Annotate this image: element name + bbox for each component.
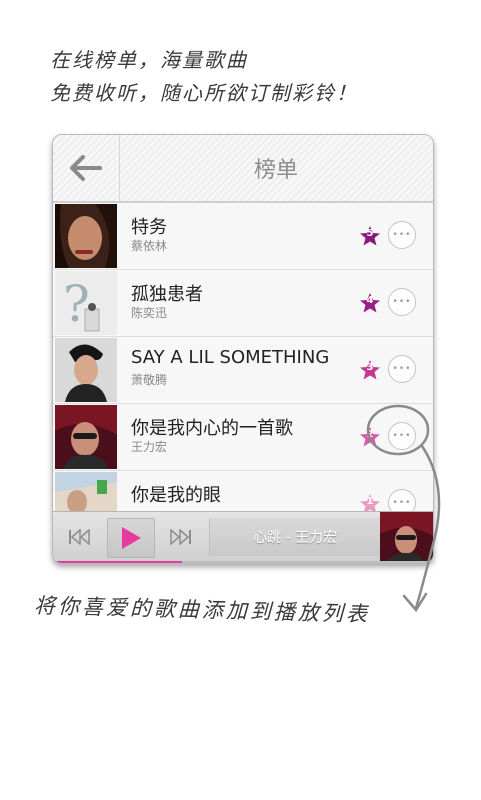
arrow-left-icon [70, 155, 102, 181]
more-dots-icon: ••• [392, 297, 412, 307]
album-art [55, 204, 117, 268]
previous-button[interactable] [59, 518, 99, 556]
album-art [55, 405, 117, 469]
song-artist: 陈奕迅 [131, 306, 168, 320]
progress-fill [53, 561, 183, 563]
album-art [55, 338, 117, 402]
skip-previous-icon [69, 529, 90, 545]
title-bar: 榜单 [53, 135, 433, 203]
song-title: 特务 [131, 217, 167, 238]
headline: 在线榜单，海量歌曲 免费收听，随心所欲订制彩铃！ [50, 44, 358, 110]
song-artist: 王力宏 [131, 440, 168, 454]
footer-caption: 将你喜爱的歌曲添加到播放列表 [33, 593, 371, 627]
rank-badge: 4 [359, 292, 381, 314]
song-title: SAY A LIL SOMETHING [131, 347, 330, 368]
annotation-arrow [366, 404, 441, 613]
more-button[interactable]: ••• [388, 221, 416, 249]
rank-number: 3 [366, 362, 374, 373]
rank-badge: 3 [359, 359, 381, 381]
rank-number: 5 [366, 228, 374, 239]
list-item[interactable]: ? 孤独患者 陈奕迅 4 ••• [53, 270, 433, 337]
now-playing-label[interactable]: 心跳 - 王力宏 [209, 518, 380, 556]
list-item[interactable]: 特务 蔡依林 5 ••• [53, 203, 433, 270]
song-title: 你是我的眼 [131, 485, 221, 506]
song-artist: 萧敬腾 [131, 373, 168, 387]
play-icon [122, 527, 141, 549]
album-art: ? [55, 271, 117, 335]
headline-line-1: 在线榜单，海量歌曲 [50, 48, 248, 72]
play-button[interactable] [107, 518, 155, 558]
more-button[interactable]: ••• [388, 288, 416, 316]
more-dots-icon: ••• [392, 364, 412, 374]
more-button[interactable]: ••• [388, 355, 416, 383]
song-title: 孤独患者 [131, 284, 203, 305]
song-title: 你是我内心的一首歌 [131, 418, 293, 439]
skip-next-icon [170, 529, 191, 545]
back-button[interactable] [53, 135, 120, 201]
list-item[interactable]: SAY A LIL SOMETHING 萧敬腾 3 ••• [53, 337, 433, 404]
next-button[interactable] [161, 518, 201, 556]
page-title: 榜单 [253, 158, 298, 183]
rank-badge: 5 [359, 225, 381, 247]
album-art [55, 472, 117, 511]
rank-number: 4 [366, 295, 374, 306]
more-dots-icon: ••• [392, 230, 412, 240]
song-artist: 蔡依林 [131, 239, 168, 253]
headline-line-2: 免费收听，随心所欲订制彩铃！ [50, 81, 358, 105]
